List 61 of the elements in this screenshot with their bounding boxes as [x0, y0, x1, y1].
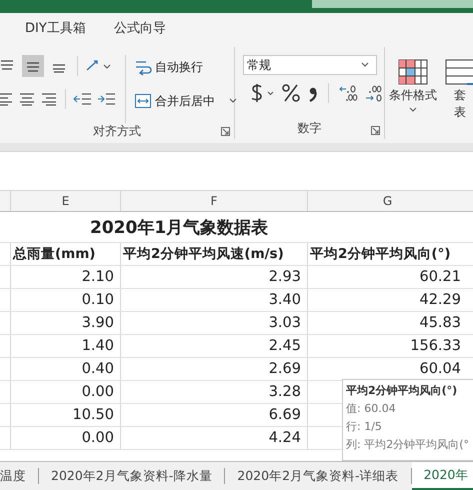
column-header[interactable]: E	[10, 191, 120, 211]
sheet-title: 2020年1月气象数据表	[90, 216, 268, 238]
percent-icon[interactable]	[281, 83, 301, 103]
align-text-icon[interactable]	[40, 91, 58, 107]
caret-icon	[228, 97, 238, 105]
caret-icon	[360, 61, 370, 69]
header-cell: 平均2分钟平均风向(°)	[307, 243, 467, 265]
tooltip-text: 值: 60.04	[346, 401, 397, 416]
table-cell: 60.04	[419, 361, 461, 377]
ribbon-tab[interactable]: DIY工具箱	[25, 17, 86, 41]
sheet-tab[interactable]: 2020年2月气象资料-详细表	[225, 462, 411, 490]
table-cell: 3.90	[82, 315, 114, 331]
group-label: 对齐方式	[93, 123, 141, 140]
table-cell: 1.40	[82, 338, 114, 354]
column-header[interactable]: G	[307, 191, 467, 211]
ribbon-tab[interactable]: 公式向导	[114, 17, 166, 41]
increase-indent-icon[interactable]	[97, 91, 117, 107]
table-cell: 2.45	[268, 338, 301, 354]
tooltip-text: 列: 平均2分钟平均风向(°	[346, 437, 470, 452]
sheet-tab[interactable]: 2020年	[412, 462, 473, 490]
table-cell: 2.69	[268, 361, 301, 377]
table-cell: 3.40	[268, 292, 301, 308]
conditional-format-button[interactable]: 条件格式	[385, 55, 439, 139]
sheet-tab[interactable]: 温度	[0, 462, 38, 490]
header-cell: 总雨量(mm)	[10, 243, 120, 265]
table-cell: 6.69	[268, 407, 301, 423]
dialog-launcher-icon[interactable]	[221, 127, 230, 136]
column-header[interactable]: F	[120, 191, 307, 211]
align-text-icon[interactable]	[0, 91, 14, 107]
wrap-text-button[interactable]: 自动换行	[134, 55, 238, 79]
decrease-decimal-icon[interactable]	[364, 83, 384, 103]
table-cell: 0.10	[82, 292, 114, 308]
merge-cells-icon	[134, 92, 152, 110]
table-cell: 3.03	[268, 315, 301, 331]
table-cell: 4.24	[268, 430, 301, 446]
tooltip-title: 平均2分钟平均风向(°)	[346, 383, 458, 398]
align-middle-button[interactable]	[22, 55, 44, 77]
dialog-launcher-icon[interactable]	[371, 126, 380, 135]
table-cell: 45.83	[419, 315, 461, 331]
table-cell: 0.00	[82, 384, 114, 400]
sheet-tab[interactable]: 2020年2月气象资料-降水量	[39, 462, 224, 490]
merge-center-button[interactable]: 合并后居中	[134, 89, 238, 113]
increase-decimal-icon[interactable]	[338, 83, 358, 103]
table-cell: 156.33	[410, 338, 461, 354]
table-cell: 60.21	[419, 269, 461, 285]
table-cell: 2.93	[268, 269, 301, 285]
table-cell: 10.50	[72, 407, 114, 423]
table-cell: 42.29	[419, 292, 461, 308]
table-cell: 0.00	[82, 430, 114, 446]
group-label: 数字	[298, 120, 322, 136]
table-format-button[interactable]: 套 表	[439, 55, 473, 139]
colored-grid-icon	[398, 59, 428, 85]
header-cell: 平均2分钟平均风速(m/s)	[120, 243, 307, 265]
table-cell: 0.40	[82, 361, 114, 377]
tooltip-text: 行: 1/5	[346, 419, 383, 434]
decrease-indent-icon[interactable]	[73, 91, 93, 107]
number-format-dropdown[interactable]: 常规	[243, 55, 377, 75]
caret-icon	[408, 106, 418, 114]
table-cell: 3.28	[268, 384, 301, 400]
table-cell: 2.10	[82, 269, 114, 285]
align-text-icon[interactable]	[18, 91, 36, 107]
